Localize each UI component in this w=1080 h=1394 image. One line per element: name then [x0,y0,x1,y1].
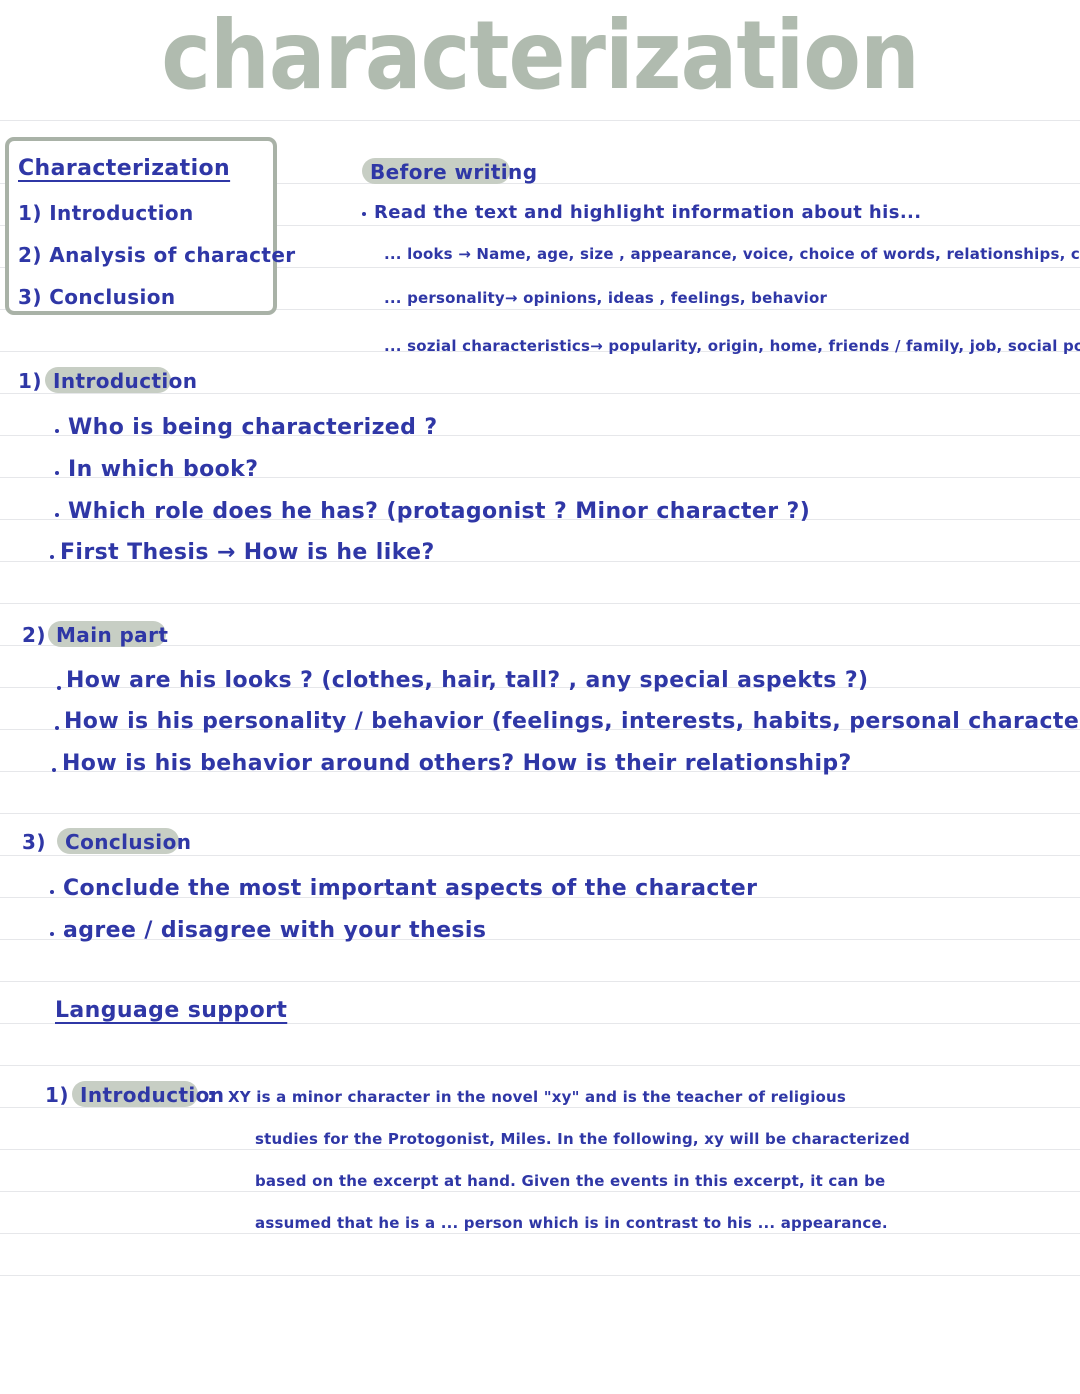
section-2-number: 2) [22,623,46,647]
bullet-dot [50,932,54,936]
bullet-dot [52,768,56,772]
example-line-3: based on the excerpt at hand. Given the … [255,1172,886,1190]
language-support-heading: Language support [55,998,288,1023]
toc-item-2: 2) Analysis of character [18,243,296,267]
bullet-dot [55,513,59,517]
bullet-dot [57,686,61,690]
section-3-bullet-1: Conclude the most important aspects of t… [63,876,758,901]
section-1-bullet-3: Which role does he has? (protagonist ? M… [68,499,811,524]
before-writing-sub-2: ... personality→ opinions, ideas , feeli… [384,289,828,307]
section-3-number: 3) [22,830,46,854]
section-1-bullet-2: In which book? [68,457,259,482]
bullet-dot [55,726,59,730]
section-2-bullet-2: How is his personality / behavior (feeli… [64,709,1080,734]
before-writing-sub-1: ... looks → Name, age, size , appearance… [384,245,1080,263]
bullet-dot [55,429,59,433]
bullet-dot [362,212,366,216]
section-1-heading: Introduction [53,369,198,393]
section-1-number: 1) [18,369,42,393]
before-writing-heading: Before writing [370,160,538,184]
example-line-4: assumed that he is a ... person which is… [255,1214,888,1232]
section-3-bullet-2: agree / disagree with your thesis [63,918,487,943]
bullet-dot [55,471,59,475]
bullet-dot [50,890,54,894]
before-writing-sub-3: ... sozial characteristics→ popularity, … [384,337,1080,355]
example-line-1: XY is a minor character in the novel "xy… [228,1088,847,1106]
toc-item-1: 1) Introduction [18,201,194,225]
notebook-page: characterization Characterization 1) Int… [0,0,1080,1394]
section-2-heading: Main part [56,623,169,647]
bullet-dot [50,555,54,559]
section-3-heading: Conclusion [65,830,192,854]
section-2-bullet-1: How are his looks ? (clothes, hair, tall… [66,668,869,693]
section-2-bullet-3: How is his behavior around others? How i… [62,751,852,776]
toc-heading: Characterization [18,156,231,181]
page-title: characterization [161,0,920,111]
example-line-2: studies for the Protogonist, Miles. In t… [255,1130,910,1148]
example-number: 1) [45,1083,69,1107]
toc-item-3: 3) Conclusion [18,285,176,309]
section-1-bullet-4: First Thesis → How is he like? [60,540,435,565]
before-writing-bullet: Read the text and highlight information … [374,202,922,223]
example-colon: : [207,1083,216,1107]
example-label: Introduction [80,1083,225,1107]
section-1-bullet-1: Who is being characterized ? [68,415,438,440]
